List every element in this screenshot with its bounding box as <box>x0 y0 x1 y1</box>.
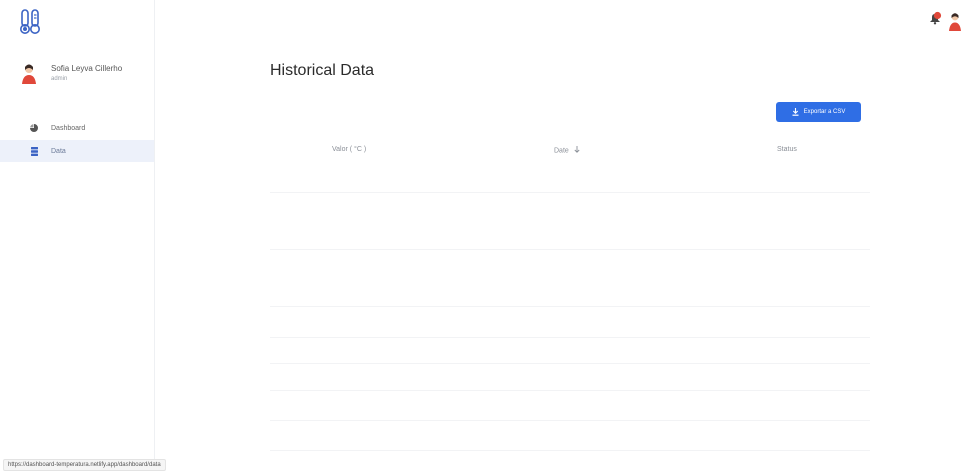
table-row-divider <box>270 306 870 307</box>
table-row-divider <box>270 450 870 451</box>
sidebar-item-label: Dashboard <box>51 124 86 132</box>
table-row-divider <box>270 337 870 338</box>
column-header-value[interactable]: Valor ( °C ) <box>332 146 366 153</box>
thermometer-duo-icon[interactable] <box>20 8 42 36</box>
status-url: https://dashboard-temperatura.netlify.ap… <box>3 459 166 471</box>
table-row-divider <box>270 192 870 193</box>
column-header-date[interactable]: Date <box>554 146 580 155</box>
download-icon <box>792 108 799 116</box>
table-header: Valor ( °C ) Date Status <box>270 136 870 166</box>
sidebar: Sofia Leyva Cillerho admin Dashboard Dat… <box>0 0 155 471</box>
user-avatar-icon[interactable] <box>948 11 962 33</box>
export-csv-button[interactable]: Exportar a CSV <box>776 102 861 122</box>
page-title: Historical Data <box>270 62 375 79</box>
pie-chart-icon <box>30 124 38 133</box>
user-profile: Sofia Leyva Cillerho admin <box>20 62 122 86</box>
database-icon <box>30 146 38 156</box>
sidebar-item-dashboard[interactable]: Dashboard <box>0 117 154 139</box>
user-role: admin <box>51 76 68 82</box>
table-row-divider <box>270 420 870 421</box>
sort-arrow-icon[interactable] <box>574 146 580 155</box>
bell-icon[interactable] <box>928 11 942 25</box>
sidebar-item-label: Data <box>51 147 66 155</box>
table-row-divider <box>270 363 870 364</box>
user-name: Sofia Leyva Cillerho <box>51 64 123 73</box>
table-row-divider <box>270 390 870 391</box>
table-row-divider <box>270 249 870 250</box>
sidebar-item-data[interactable]: Data <box>0 140 154 162</box>
main-content: Historical Data Exportar a CSV Valor ( °… <box>270 0 870 471</box>
export-button-label: Exportar a CSV <box>803 109 846 115</box>
column-header-date-label: Date <box>554 147 569 155</box>
user-avatar-icon <box>20 62 38 86</box>
column-header-status[interactable]: Status <box>777 146 797 153</box>
sidebar-nav: Dashboard Data <box>0 117 154 163</box>
